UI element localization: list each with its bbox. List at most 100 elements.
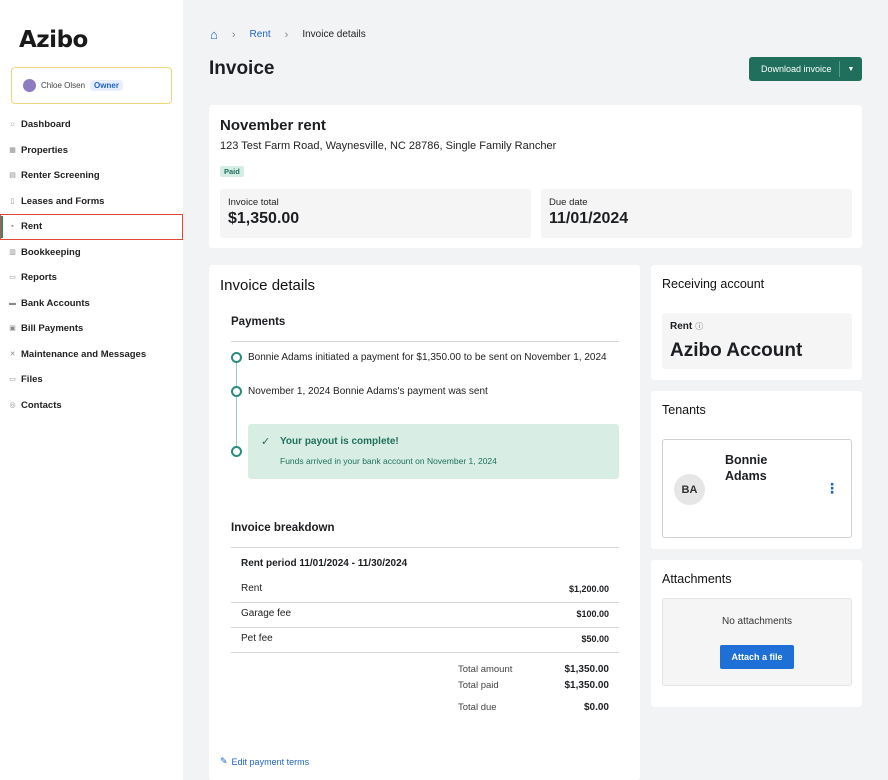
check-icon: ✓: [261, 436, 271, 448]
total-paid-value: $1,350.00: [564, 680, 610, 691]
main-content: ⌂ › Rent › Invoice details Invoice Downl…: [183, 0, 888, 780]
sidebar-item-bookkeeping[interactable]: ▥ Bookkeeping: [0, 240, 183, 266]
receiving-account-title: Receiving account: [662, 277, 765, 291]
user-name: Chloe Olsen: [41, 81, 86, 90]
sidebar-item-renter-screening[interactable]: ▤ Renter Screening: [0, 163, 183, 189]
sidebar-item-label: Dashboard: [21, 119, 71, 131]
sidebar-item-label: Bookkeeping: [21, 246, 81, 258]
due-date-value: 11/01/2024: [549, 210, 629, 227]
due-date-label: Due date: [549, 197, 588, 208]
info-icon[interactable]: ⓘ: [695, 322, 703, 331]
timeline-dot-icon: [231, 352, 242, 363]
receiving-account-label-text: Rent: [670, 321, 693, 332]
sidebar-item-label: Bank Accounts: [21, 297, 90, 309]
user-account-switcher[interactable]: Chloe Olsen Owner: [11, 67, 172, 104]
sidebar-item-bank-accounts[interactable]: ▬ Bank Accounts: [0, 291, 183, 317]
total-paid-label: Total paid: [458, 680, 499, 691]
document-icon: ▯: [10, 197, 15, 205]
sidebar-item-dashboard[interactable]: ⌂ Dashboard: [0, 112, 183, 138]
sidebar-item-properties[interactable]: ▦ Properties: [0, 138, 183, 164]
user-avatar-icon: [23, 79, 36, 92]
download-invoice-label: Download invoice: [761, 64, 832, 74]
role-badge: Owner: [90, 80, 123, 91]
chevron-down-icon[interactable]: ▼: [840, 66, 862, 73]
sidebar-item-label: Maintenance and Messages: [21, 348, 147, 360]
sidebar: Azibo Chloe Olsen Owner ⌂ Dashboard ▦ Prop…: [0, 0, 183, 780]
invoice-summary-card: November rent 123 Test Farm Road, Waynes…: [209, 105, 862, 248]
avatar: BA: [674, 474, 705, 505]
home-icon[interactable]: ⌂: [210, 27, 218, 42]
sidebar-item-reports[interactable]: ▭ Reports: [0, 265, 183, 291]
breadcrumb-current: Invoice details: [302, 29, 366, 40]
invoice-details-card: Invoice details Payments Bonnie Adams in…: [209, 265, 640, 780]
sidebar-item-maintenance-and-messages[interactable]: ✕ Maintenance and Messages: [0, 342, 183, 368]
attach-file-button[interactable]: Attach a file: [720, 645, 794, 669]
more-options-icon[interactable]: ⋮: [825, 480, 839, 497]
divider: [231, 602, 619, 603]
azibo-logo[interactable]: Azibo: [19, 27, 88, 53]
rent-icon: ▪: [11, 223, 14, 231]
sidebar-item-leases-and-forms[interactable]: ▯ Leases and Forms: [0, 189, 183, 215]
line-item-label: Garage fee: [241, 608, 292, 619]
tools-icon: ✕: [9, 350, 16, 358]
home-icon: ⌂: [10, 121, 15, 129]
sidebar-item-label: Rent: [21, 221, 43, 233]
building-icon: ▦: [9, 146, 16, 154]
receiving-account-card: Receiving account Rent ⓘ Azibo Account: [651, 265, 862, 380]
screening-icon: ▤: [9, 172, 16, 180]
tenants-title: Tenants: [662, 403, 706, 417]
contacts-icon: ◎: [9, 401, 16, 409]
line-item-value: $100.00: [576, 609, 609, 619]
receiving-account-value: Azibo Account: [670, 340, 803, 361]
divider: [231, 341, 619, 342]
sidebar-item-label: Bill Payments: [21, 323, 84, 335]
attachments-dropzone: No attachments Attach a file: [662, 598, 852, 686]
divider: [231, 652, 619, 653]
rent-period: Rent period 11/01/2024 - 11/30/2024: [241, 558, 408, 569]
due-date-panel: Due date 11/01/2024: [541, 189, 852, 238]
payments-title: Payments: [231, 316, 286, 328]
sidebar-item-contacts[interactable]: ◎ Contacts: [0, 393, 183, 419]
invoice-total-value: $1,350.00: [228, 210, 300, 227]
tenant-name: Bonnie Adams: [725, 453, 768, 483]
pencil-icon: ✎: [220, 756, 228, 766]
folder-icon: ▭: [9, 376, 16, 384]
receiving-account-box: Rent ⓘ Azibo Account: [662, 313, 852, 369]
breadcrumb: ⌂ › Rent › Invoice details: [210, 27, 366, 42]
sidebar-item-label: Properties: [21, 144, 68, 156]
chevron-right-icon: ›: [284, 28, 289, 41]
total-amount-value: $1,350.00: [564, 664, 610, 675]
timeline-dot-icon: [231, 446, 242, 457]
sidebar-item-rent[interactable]: ▪ Rent: [0, 214, 183, 240]
line-item-value: $50.00: [581, 634, 609, 644]
download-invoice-button[interactable]: Download invoice ▼: [749, 57, 862, 81]
sidebar-item-bill-payments[interactable]: ▣ Bill Payments: [0, 316, 183, 342]
bill-icon: ▣: [9, 325, 16, 333]
attachments-title: Attachments: [662, 572, 732, 586]
attachments-card: Attachments No attachments Attach a file: [651, 560, 862, 707]
total-due-label: Total due: [458, 702, 497, 713]
sidebar-item-label: Contacts: [21, 399, 62, 411]
sidebar-item-files[interactable]: ▭ Files: [0, 367, 183, 393]
no-attachments-text: No attachments: [721, 616, 793, 627]
status-badge: Paid: [220, 166, 244, 177]
tenant-item[interactable]: BA Bonnie Adams ⋮: [662, 439, 852, 538]
chevron-right-icon: ›: [231, 28, 236, 41]
sidebar-item-label: Renter Screening: [21, 170, 100, 182]
page-title: Invoice: [209, 58, 275, 79]
property-address: 123 Test Farm Road, Waynesville, NC 2878…: [220, 140, 557, 152]
edit-payment-terms-link[interactable]: ✎ Edit payment terms: [220, 756, 309, 767]
payment-event-text: November 1, 2024 Bonnie Adams's payment …: [248, 386, 488, 397]
ledger-icon: ▥: [9, 248, 16, 256]
breadcrumb-rent-link[interactable]: Rent: [250, 29, 271, 40]
sidebar-item-label: Leases and Forms: [21, 195, 105, 207]
timeline-line: [236, 358, 237, 452]
sidebar-item-label: Reports: [21, 272, 57, 284]
line-item-label: Rent: [241, 583, 263, 594]
invoice-details-title: Invoice details: [220, 277, 316, 294]
payout-subtitle: Funds arrived in your bank account on No…: [280, 456, 497, 466]
receiving-account-label: Rent ⓘ: [670, 321, 703, 332]
invoice-title: November rent: [220, 117, 326, 134]
invoice-breakdown-title: Invoice breakdown: [231, 522, 335, 534]
payout-title: Your payout is complete!: [280, 436, 399, 447]
